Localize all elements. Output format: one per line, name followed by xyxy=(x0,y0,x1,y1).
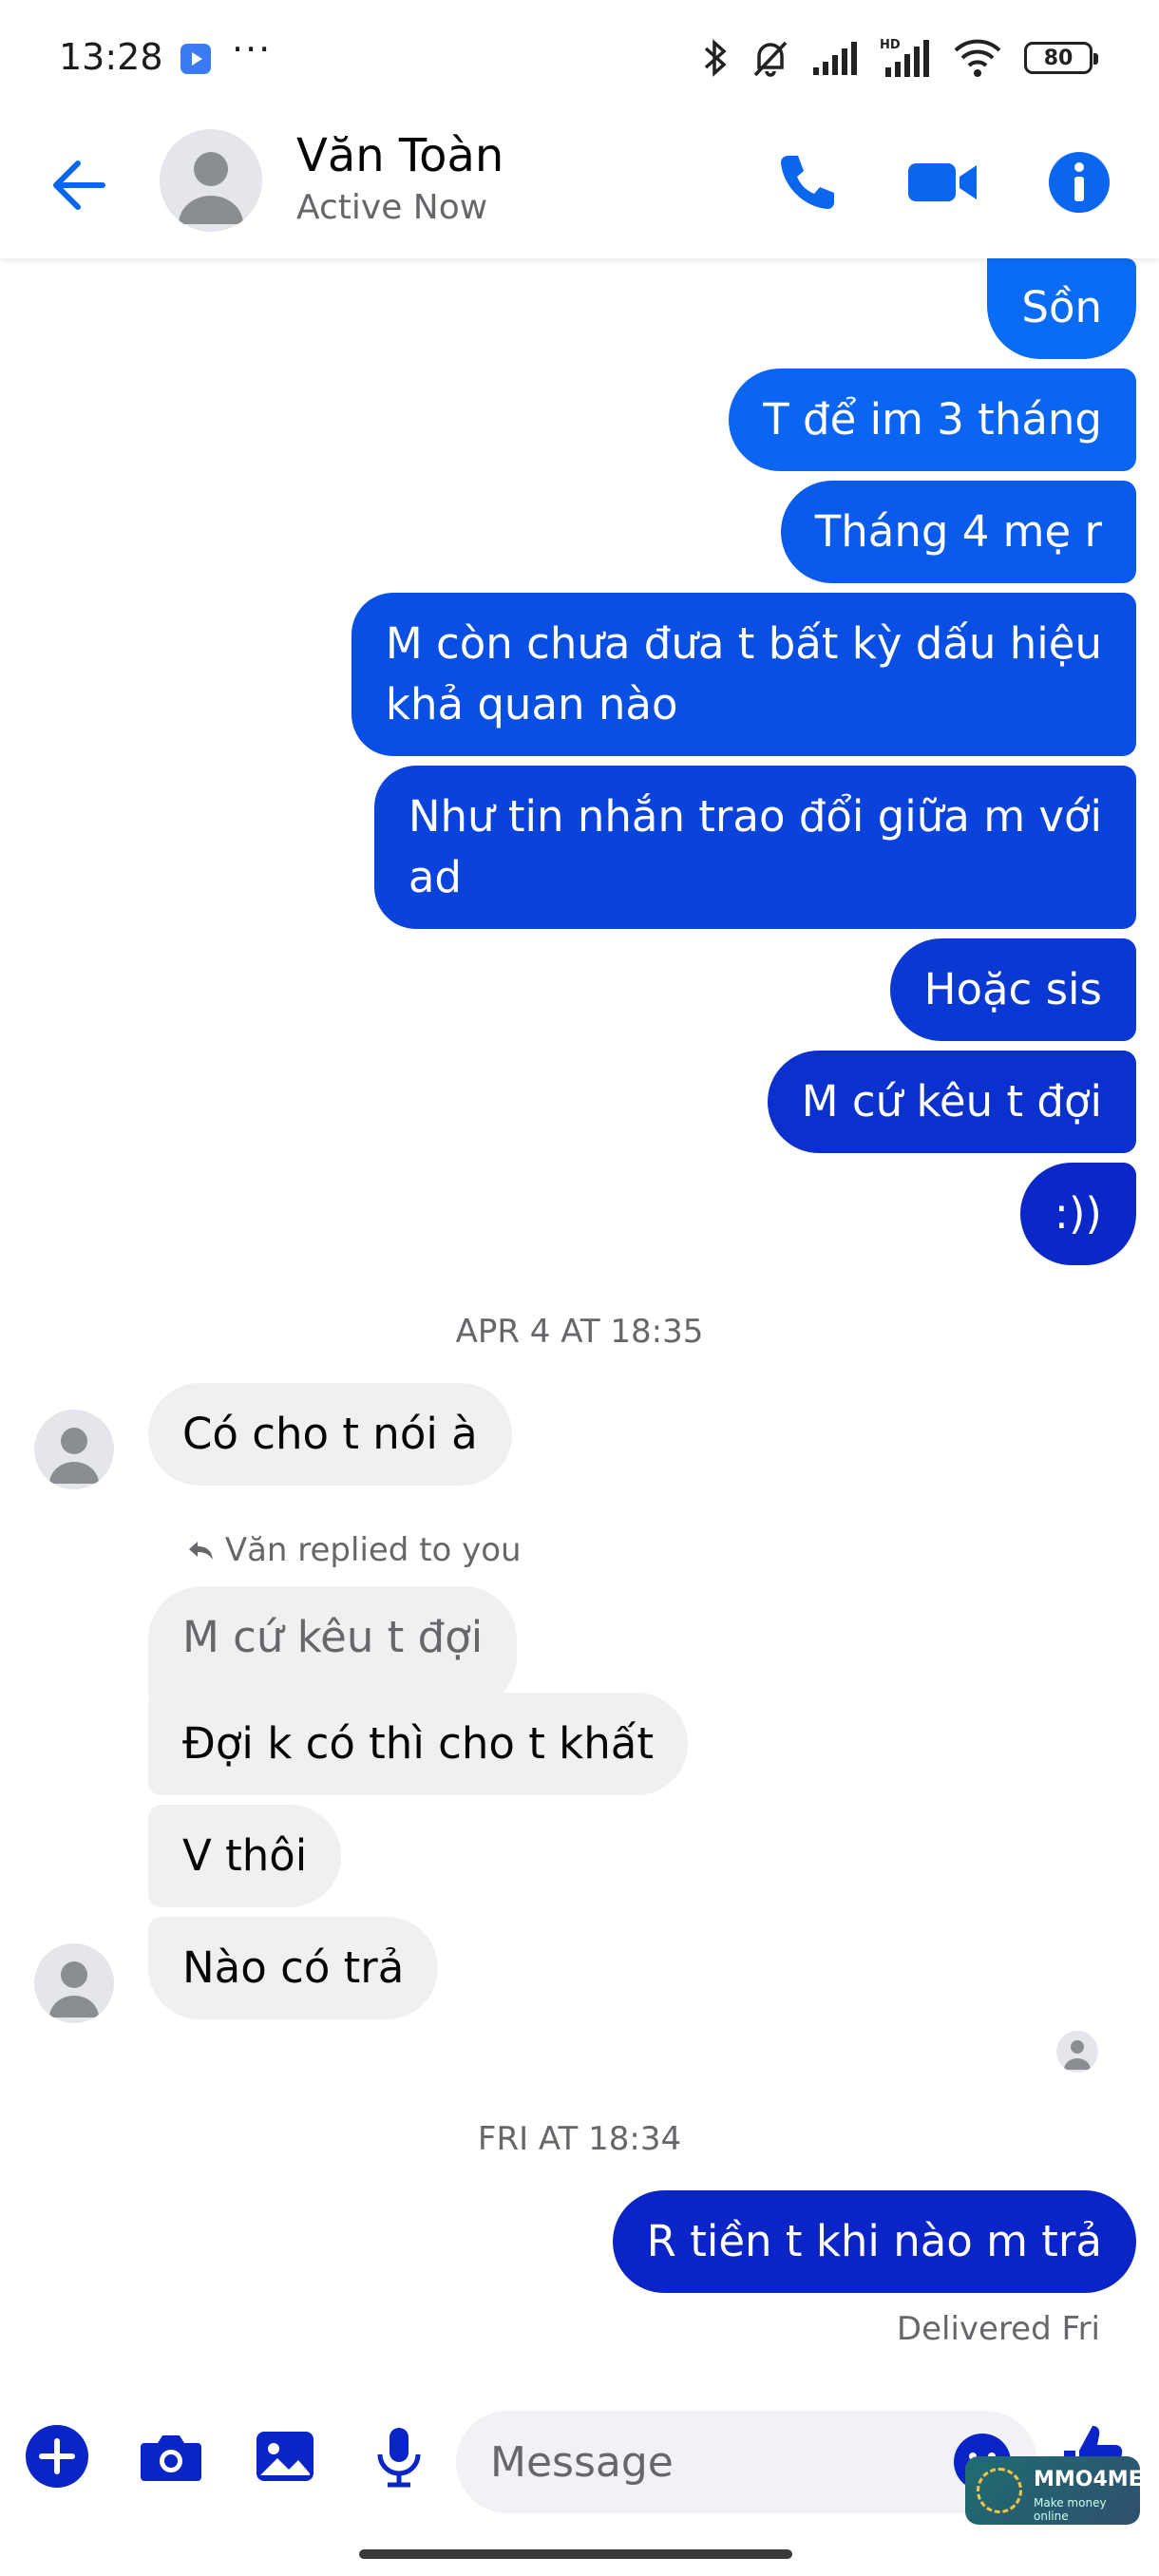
video-call-icon[interactable] xyxy=(902,142,982,222)
status-bar: 13:28 ··· HD 80 xyxy=(0,0,1159,114)
replied-to-text: Văn replied to you xyxy=(224,1531,522,1569)
back-arrow-icon[interactable] xyxy=(44,148,118,222)
read-receipt-avatar xyxy=(1056,2031,1098,2073)
wifi-icon xyxy=(954,39,1001,77)
received-message[interactable]: Nào có trả xyxy=(148,1917,439,2019)
signal-icon xyxy=(813,42,857,75)
message-text: Đợi k có thì cho t khất xyxy=(182,1718,654,1769)
message-text: Sồn xyxy=(1021,282,1102,332)
watermark-logo: MMO4ME Make money online xyxy=(965,2456,1143,2525)
reply-arrow-icon xyxy=(189,1542,213,1560)
quoted-message[interactable]: M cứ kêu t đợi xyxy=(148,1586,518,1710)
sent-message[interactable]: T để im 3 tháng xyxy=(729,369,1136,471)
watermark-title: MMO4ME xyxy=(1034,2468,1143,2491)
app-notification-icon xyxy=(180,44,211,74)
message-text: Có cho t nói à xyxy=(182,1409,478,1459)
svg-text:HD: HD xyxy=(880,38,901,52)
contact-avatar-small[interactable] xyxy=(34,1410,114,1489)
battery-indicator: 80 xyxy=(1024,42,1098,74)
sent-message[interactable]: Tháng 4 mẹ r xyxy=(780,481,1136,583)
message-text: :)) xyxy=(1054,1188,1102,1239)
plus-icon[interactable] xyxy=(21,2420,93,2492)
coin-icon xyxy=(977,2468,1022,2513)
timestamp-divider: FRI AT 18:34 xyxy=(477,2120,682,2158)
message-text: R tiền t khi nào m trả xyxy=(646,2216,1102,2266)
sent-message[interactable]: M cứ kêu t đợi xyxy=(767,1051,1136,1153)
message-text: Hoặc sis xyxy=(923,964,1102,1014)
sent-message[interactable]: R tiền t khi nào m trả xyxy=(612,2190,1136,2293)
info-icon[interactable] xyxy=(1039,142,1119,222)
signal-hd-icon: HD xyxy=(880,38,929,77)
status-time: 13:28 xyxy=(59,36,163,78)
replied-to-label: Văn replied to you xyxy=(186,1531,522,1569)
camera-icon[interactable] xyxy=(135,2420,207,2492)
contact-avatar-small[interactable] xyxy=(34,1943,114,2023)
active-status: Active Now xyxy=(296,188,488,227)
message-text: ad xyxy=(408,852,462,902)
message-text: T để im 3 tháng xyxy=(763,394,1102,445)
message-text: M còn chưa đưa t bất kỳ dấu hiệu xyxy=(385,618,1102,669)
watermark-subtitle: Make money online xyxy=(1034,2496,1107,2523)
sent-message[interactable]: Sồn xyxy=(987,258,1136,359)
chat-header: Văn Toàn Active Now xyxy=(0,114,1159,258)
received-message[interactable]: Đợi k có thì cho t khất xyxy=(148,1693,688,1795)
contact-avatar[interactable] xyxy=(160,129,262,232)
microphone-icon[interactable] xyxy=(363,2420,435,2492)
received-message[interactable]: V thôi xyxy=(148,1805,342,1907)
status-icons: HD 80 xyxy=(701,34,1098,82)
more-notifications-icon: ··· xyxy=(232,28,273,70)
bell-muted-icon xyxy=(753,41,788,77)
phone-call-icon[interactable] xyxy=(768,142,847,222)
message-text: V thôi xyxy=(182,1830,308,1881)
message-text: khả quan nào xyxy=(385,679,678,729)
sent-message[interactable]: Như tin nhắn trao đổi giữa m với ad xyxy=(373,766,1136,929)
gallery-icon[interactable] xyxy=(249,2420,321,2492)
sent-message[interactable]: M còn chưa đưa t bất kỳ dấu hiệu khả qua… xyxy=(351,593,1136,756)
received-message[interactable]: Có cho t nói à xyxy=(148,1383,512,1486)
sent-message[interactable]: :)) xyxy=(1019,1163,1136,1265)
timestamp-divider: APR 4 AT 18:35 xyxy=(455,1313,704,1351)
quoted-text: M cứ kêu t đợi xyxy=(182,1612,484,1662)
home-indicator[interactable] xyxy=(359,2549,792,2559)
sent-message[interactable]: Hoặc sis xyxy=(889,938,1136,1041)
message-text: M cứ kêu t đợi xyxy=(801,1076,1102,1127)
contact-name[interactable]: Văn Toàn xyxy=(296,129,504,182)
delivery-status: Delivered Fri xyxy=(896,2310,1100,2348)
message-text: Tháng 4 mẹ r xyxy=(814,506,1102,557)
message-text: Như tin nhắn trao đổi giữa m với xyxy=(408,791,1102,842)
message-text: Nào có trả xyxy=(182,1942,405,1993)
bluetooth-icon xyxy=(704,39,727,77)
